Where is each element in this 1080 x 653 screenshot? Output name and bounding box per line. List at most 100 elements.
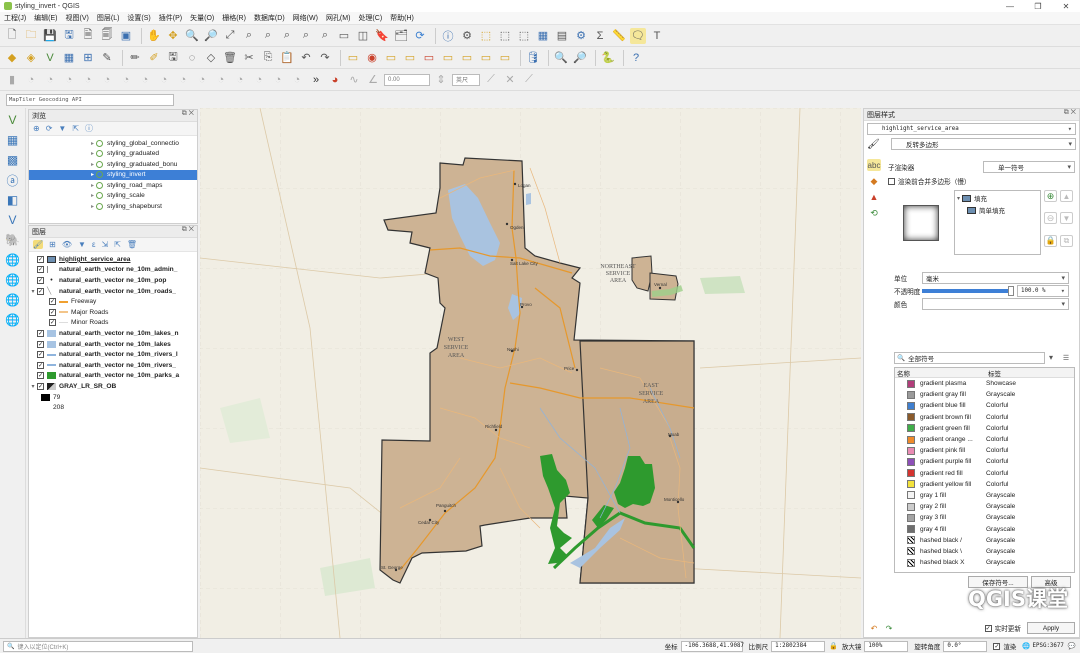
crs-icon[interactable]: 🌐 — [1022, 642, 1030, 650]
symbol-row[interactable]: gradient purple fill Colorful — [895, 456, 1074, 467]
layer-row[interactable]: ✓ • natural_earth_vector ne_10m_pop — [29, 275, 197, 286]
label-rotate-icon[interactable]: ▭ — [440, 50, 456, 66]
python-icon[interactable]: 🐍 — [600, 50, 616, 66]
vertex-move-icon[interactable]: ⟋ — [483, 72, 499, 88]
open-project-icon[interactable]: 🗀 — [23, 28, 39, 44]
symbol-row[interactable]: gradient orange ... Colorful — [895, 434, 1074, 445]
fill-ring-icon[interactable]: ◔ — [118, 72, 134, 88]
geocoder-search-input[interactable]: MapTiler Geocoding API — [6, 93, 174, 106]
add-vector-icon[interactable]: V — [42, 50, 58, 66]
delete-selected-icon[interactable]: 🗑 — [222, 50, 238, 66]
history-tab-icon[interactable]: ⟲ — [867, 207, 881, 219]
menu-raster[interactable]: 栅格(R) — [222, 13, 246, 23]
save-project-icon[interactable]: 💾 — [42, 28, 58, 44]
menu-layer[interactable]: 图层(L) — [97, 13, 120, 23]
symbol-row[interactable]: gray 3 fill Grayscale — [895, 512, 1074, 523]
tag-filter-icon[interactable]: ▾ — [1045, 352, 1057, 364]
zoom-next-icon[interactable]: ⌕ — [317, 28, 333, 44]
trace-icon[interactable]: ∿ — [346, 72, 362, 88]
layer-checkbox[interactable]: ✓ — [37, 276, 44, 284]
minimize-button[interactable]: — — [996, 0, 1024, 12]
add-part-icon[interactable]: ◔ — [99, 72, 115, 88]
layer-row[interactable]: ✓ natural_earth_vector ne_10m_lakes — [29, 339, 197, 350]
menu-processing[interactable]: 处理(C) — [358, 13, 382, 23]
add-wms-icon[interactable]: ⊞ — [80, 50, 96, 66]
layer-class-row[interactable]: ✓ Major Roads — [29, 307, 197, 318]
save-edits-icon[interactable]: 🖫 — [165, 50, 181, 66]
new-3d-view-icon[interactable]: ◫ — [355, 28, 371, 44]
renderer-select[interactable]: 反转多边形 — [891, 138, 1076, 150]
add-raster-icon[interactable]: ▦ — [61, 50, 77, 66]
merge-features-icon[interactable]: ◔ — [251, 72, 267, 88]
lock-icon[interactable]: 🔒 — [1044, 234, 1057, 247]
panel-controls[interactable]: ⧉ ✕ — [182, 110, 194, 118]
duplicate-icon[interactable]: ⧉ — [1060, 234, 1073, 247]
browser-item-selected[interactable]: ▸ styling_invert — [29, 169, 197, 180]
layer-select[interactable]: highlight_service_area — [867, 123, 1076, 135]
collapse-all-icon[interactable]: ⇱ — [114, 240, 121, 249]
color-button[interactable] — [922, 298, 1069, 310]
menu-plugins[interactable]: 插件(P) — [159, 13, 182, 23]
browser-item[interactable]: ▸ styling_global_connectio — [29, 138, 197, 149]
rotate-symbols-icon[interactable]: ◔ — [289, 72, 305, 88]
browser-item[interactable]: ▸ styling_graduated_bonu — [29, 159, 197, 170]
move-down-icon[interactable]: ▼ — [1060, 212, 1073, 225]
layer-row[interactable]: ▾ ✓ ╲ natural_earth_vector ne_10m_roads_ — [29, 286, 197, 297]
zoom-native-icon[interactable]: ⌕ — [279, 28, 295, 44]
messages-icon[interactable]: 💬 — [1068, 642, 1076, 650]
cross-icon[interactable]: ✕ — [502, 72, 518, 88]
add-ring-icon[interactable]: ◔ — [80, 72, 96, 88]
zoom-layer-icon[interactable]: ⌕ — [260, 28, 276, 44]
symbol-row[interactable]: gradient red fill Colorful — [895, 468, 1074, 479]
split-parts-icon[interactable]: ◔ — [232, 72, 248, 88]
symbol-search-input[interactable]: 🔍 全部符号 — [894, 351, 1045, 364]
add-delimited-text-icon[interactable]: ⓐ — [5, 172, 21, 188]
layer-checkbox[interactable]: ✓ — [37, 382, 44, 390]
magnifier-input[interactable]: 100% — [864, 640, 909, 652]
layer-row[interactable]: ✓ natural_earth_vector ne_10m_rivers_l — [29, 349, 197, 360]
coord-display[interactable]: -106.3688,41.9087 — [680, 640, 744, 652]
symbol-row[interactable]: gray 1 fill Grayscale — [895, 490, 1074, 501]
apply-button[interactable]: Apply — [1027, 622, 1075, 634]
manage-themes-icon[interactable]: 👁 — [62, 240, 72, 249]
rotation-input[interactable]: 0.0° — [943, 640, 988, 652]
label-move-icon[interactable]: ▭ — [421, 50, 437, 66]
rotation-input[interactable]: 0.00 — [384, 73, 430, 86]
actions-icon[interactable]: ⚙ — [459, 28, 475, 44]
refresh-icon[interactable]: ⟳ — [46, 124, 53, 133]
zoom-last-icon[interactable]: ⌕ — [298, 28, 314, 44]
database-icon[interactable]: 🛢 — [525, 50, 541, 66]
save-as-icon[interactable]: 🖫 — [61, 28, 77, 44]
dropdown-icon[interactable]: ⟋ — [521, 72, 537, 88]
symbol-row[interactable]: hashed black / Grayscale — [895, 535, 1074, 546]
unit-select[interactable]: 毫米 — [922, 272, 1069, 284]
symbol-row[interactable]: hashed black X Grayscale — [895, 557, 1074, 568]
vertex-tool-icon[interactable]: ◇ — [203, 50, 219, 66]
add-postgis-icon[interactable]: 🐘 — [5, 232, 21, 248]
layer-checkbox[interactable]: ✓ — [37, 329, 44, 337]
layer-checkbox[interactable]: ✓ — [37, 287, 44, 295]
close-button[interactable]: ✕ — [1052, 0, 1080, 12]
text-annotation-icon[interactable]: T — [649, 28, 665, 44]
browser-item[interactable]: ▸ styling_road_maps — [29, 180, 197, 191]
copy-icon[interactable]: ⎘ — [260, 50, 276, 66]
angle-icon[interactable]: ∠ — [365, 72, 381, 88]
layer-class-row[interactable]: ✓ Minor Roads — [29, 318, 197, 329]
symbol-row[interactable]: gradient yellow fill Colorful — [895, 479, 1074, 490]
menu-project[interactable]: 工程(J) — [4, 13, 26, 23]
info-icon[interactable]: ⓘ — [85, 123, 93, 134]
browser-item[interactable]: ▸ styling_graduated — [29, 149, 197, 160]
label-tool-icon[interactable]: ▭ — [345, 50, 361, 66]
bookmark-icon[interactable]: 🔖 — [374, 28, 390, 44]
field-calculator-icon[interactable]: ▤ — [554, 28, 570, 44]
toggle-editing-icon[interactable]: ✎ — [99, 50, 115, 66]
class-checkbox[interactable]: ✓ — [49, 298, 56, 306]
layer-row[interactable]: ✓ natural_earth_vector ne_10m_admin_ — [29, 265, 197, 276]
map-tips-icon[interactable]: 🗨 — [630, 27, 646, 44]
browser-item[interactable]: ▸ styling_scale — [29, 191, 197, 202]
delete-ring-icon[interactable]: ◔ — [137, 72, 153, 88]
add-mesh-layer-icon[interactable]: ▩ — [5, 152, 21, 168]
move-feature-icon[interactable]: ◔ — [23, 72, 39, 88]
menu-mesh[interactable]: 网孔(M) — [326, 13, 351, 23]
edit-pencil-icon[interactable]: ✐ — [146, 50, 162, 66]
